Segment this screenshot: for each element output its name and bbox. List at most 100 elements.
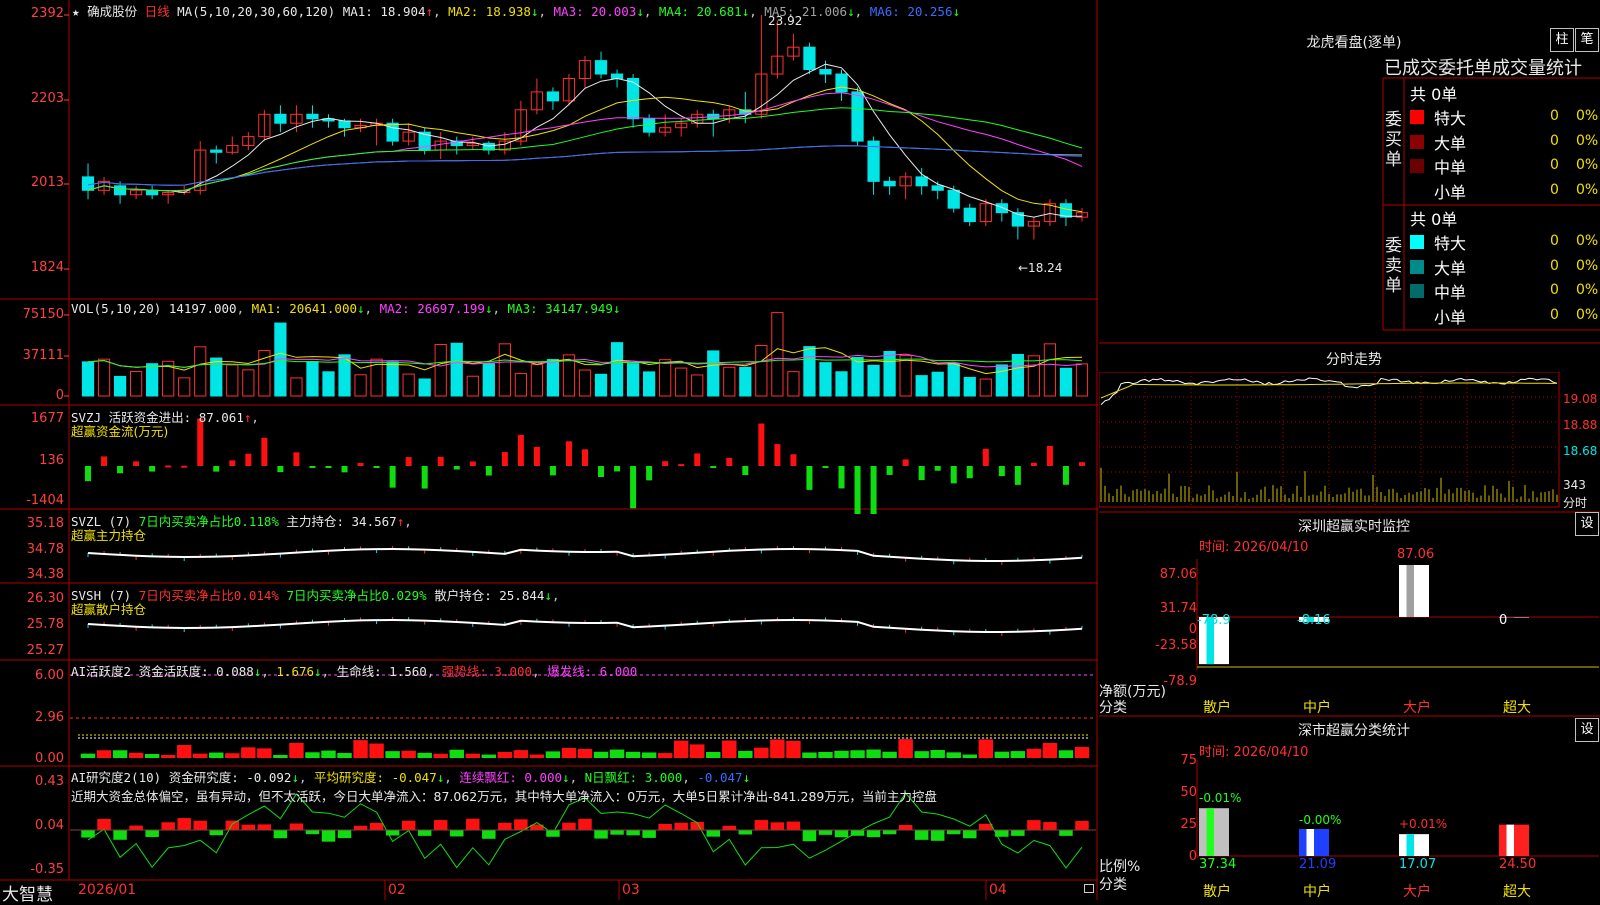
volume-bar	[242, 369, 255, 397]
sz-monitor-tick: 87.06	[1159, 567, 1197, 582]
volume-bar	[819, 362, 832, 397]
sell-name: 小单	[1434, 307, 1467, 327]
ai-research-nval-arrow: ↓	[742, 770, 751, 785]
sz-monitor-category: 中户	[1303, 700, 1331, 716]
vol-axis: 75150 37111 0	[0, 300, 64, 405]
star-icon[interactable]: ★	[72, 4, 80, 19]
svzj-bar	[742, 466, 749, 476]
volume-bar	[402, 373, 415, 397]
ai-active-bar	[417, 752, 432, 758]
ai-research-bar	[369, 822, 384, 830]
column-view-button[interactable]: 柱	[1550, 28, 1574, 52]
svzj-bar	[934, 466, 941, 471]
sell-swatch	[1410, 235, 1424, 249]
volume-bar	[290, 377, 303, 397]
svzj-tick: -1404	[26, 493, 64, 508]
ai-active-axis: 6.00 2.96 0.00	[0, 661, 64, 766]
ai-research-tick: 0.43	[35, 774, 64, 789]
ai-active-bar	[914, 751, 929, 758]
sz-monitor-settings-button[interactable]: 设	[1575, 512, 1599, 536]
sz-class-change: +0.01%	[1399, 817, 1448, 831]
volume-bar	[578, 369, 592, 397]
main-chart-svg[interactable]	[0, 0, 1098, 900]
ai-active-bar	[818, 752, 833, 758]
ai-active-bar	[1058, 750, 1074, 758]
ai-research-tick: 0.04	[35, 818, 64, 833]
sz-monitor-category: 超大	[1503, 700, 1531, 716]
ai-active-bar	[770, 739, 785, 758]
svzj-bar	[902, 459, 909, 466]
svzj-bar-group	[85, 418, 1085, 514]
sz-monitor-value: -78.9	[1197, 613, 1231, 628]
main-chart-area[interactable]: ★ 确成股份 日线 MA(5,10,20,30,60,120) MA1: 18.…	[0, 0, 1098, 905]
svzj-bar	[517, 434, 524, 466]
ai-research-bar	[946, 830, 961, 835]
ai-active-bar	[160, 754, 176, 758]
ai-active-bar	[561, 747, 577, 758]
date-label: 02	[388, 882, 406, 898]
candle-body	[851, 91, 864, 142]
ai-active-bar	[449, 749, 464, 758]
svzl-axis: 35.18 34.78 34.38	[0, 510, 64, 583]
stock-name: 确成股份	[87, 4, 138, 19]
sz-class-settings-button[interactable]: 设	[1575, 718, 1599, 742]
volume-bar	[226, 364, 239, 397]
svzj-bar	[662, 461, 669, 466]
buy-name: 小单	[1434, 182, 1467, 202]
volume-bar	[995, 364, 1008, 397]
svsh-tick: 25.27	[26, 643, 64, 658]
ai-active-bar	[112, 750, 128, 758]
date-label: 03	[622, 882, 640, 898]
volume-bar	[723, 366, 736, 397]
sell-count: 0	[1550, 282, 1559, 298]
ai-active-bar	[834, 750, 849, 758]
svzj-bar	[373, 466, 380, 468]
svzl-label2: 主力持仓: 34.567	[286, 514, 397, 529]
svzj-bar	[133, 461, 140, 466]
period-label[interactable]: 日线	[145, 4, 170, 19]
ai-active-bar	[593, 751, 609, 758]
svzj-bar	[149, 466, 156, 472]
svzj-bar	[501, 452, 508, 466]
sz-class-category: 中户	[1303, 884, 1331, 900]
volume-bar	[498, 343, 511, 397]
sz-monitor-title: 深圳超赢实时监控	[1298, 519, 1410, 535]
svzj-bar	[998, 466, 1005, 477]
lock-icon[interactable]	[1084, 884, 1094, 893]
sz-class-xlabel: 分类	[1099, 877, 1127, 893]
ai-active-bar	[609, 749, 625, 758]
svzj-bar	[886, 466, 893, 475]
tick-view-button[interactable]: 笔	[1575, 28, 1599, 52]
sz-class-category: 大户	[1403, 884, 1431, 900]
ai-research-bar	[482, 830, 496, 839]
ai-active-bar	[144, 754, 160, 758]
svzl-line-group	[87, 546, 1083, 565]
ai-active-bar	[946, 752, 961, 758]
ma6-arrow: ↓	[952, 4, 961, 19]
candle-body	[947, 189, 960, 209]
sell-swatch	[1410, 284, 1424, 298]
vol-ma1-arrow: ↓	[357, 301, 365, 316]
ai-research-bar	[401, 820, 416, 830]
svsh-label3: 散户持仓: 25.844	[434, 588, 545, 603]
ai-research-bar	[113, 830, 127, 840]
volume-bar	[1027, 355, 1041, 397]
ai-active-bar	[401, 750, 416, 758]
intraday-chart[interactable]	[1099, 372, 1600, 512]
ma1-value: MA1: 18.904	[342, 4, 426, 19]
svzj-bar	[1078, 462, 1085, 466]
intraday-tick: 19.08	[1563, 392, 1598, 406]
svzj-bar	[261, 437, 268, 466]
sz-class-category: 散户	[1203, 884, 1231, 900]
svzj-bar	[982, 448, 989, 466]
vol-title: VOL(5,10,20)	[71, 301, 162, 316]
svzj-bar	[950, 466, 957, 484]
ai-active-bar	[706, 752, 721, 758]
ai-research-cont: 连续飘红: 0.000	[459, 770, 563, 785]
ma-line	[87, 145, 1083, 186]
ai-active-bar	[786, 740, 801, 758]
ai-research-bar	[914, 830, 929, 840]
volume-bar	[594, 373, 608, 397]
ai-research-bar	[1027, 820, 1041, 830]
svzj-bar	[822, 466, 829, 468]
